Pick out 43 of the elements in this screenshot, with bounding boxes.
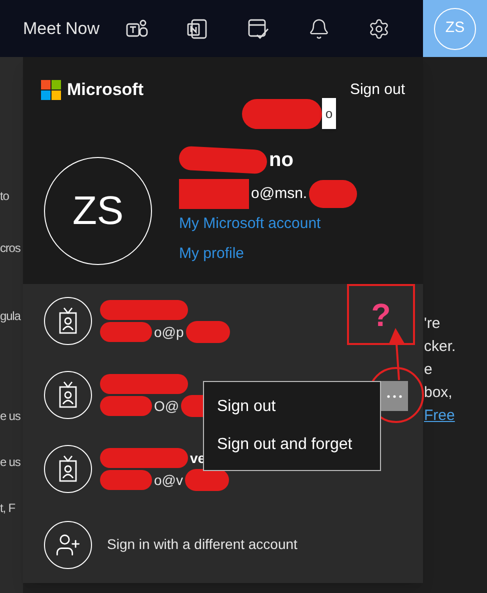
partial-text: o [325,104,333,123]
task-check-icon[interactable] [246,18,269,40]
badge-icon [44,371,92,419]
redaction-mark [309,180,358,208]
partial-text: 're [424,314,442,334]
partial-text: cros [0,240,22,257]
settings-icon[interactable] [368,18,390,40]
partial-text: o@v [154,470,183,490]
partial-text: no [269,148,294,172]
partial-text: e [424,360,434,380]
badge-icon [44,445,92,493]
ellipsis-icon [387,394,402,398]
partial-text: to [0,188,10,205]
profile-avatar: ZS [44,156,152,264]
partial-text: o@msn. [251,184,308,204]
menu-item[interactable]: Sign out and forget [204,426,380,464]
partial-text: box, [424,383,454,403]
add-account-button[interactable]: Sign in with a different account [23,506,423,583]
question-mark: ? [371,296,391,334]
partial-text: O@ [154,396,180,416]
redaction-mark [100,396,152,416]
partial-text: gula [0,308,22,325]
menu-item[interactable]: Sign out [204,388,380,426]
notification-bell-icon[interactable] [308,18,330,40]
redaction-mark [100,470,152,490]
account-link[interactable]: My Microsoft account [179,208,321,238]
notebook-icon[interactable] [186,18,208,40]
teams-icon[interactable] [126,18,148,40]
redaction-mark [100,322,152,342]
sign-out-link[interactable]: Sign out [350,78,405,101]
microsoft-brand: Microsoft [67,79,144,101]
partial-text: o@p [154,322,184,342]
badge-icon [44,297,92,345]
meet-now-button[interactable]: Meet Now [23,16,100,42]
microsoft-logo-icon [41,80,61,100]
account-link[interactable]: My profile [179,238,244,268]
partial-text: t, F [0,500,16,517]
free-link[interactable]: Free [424,404,455,427]
partial-text: cker. [424,337,457,357]
add-user-icon [55,532,81,558]
partial-text: e us [0,454,22,471]
redaction-mark [179,178,249,208]
partial-text: e us [0,408,22,425]
